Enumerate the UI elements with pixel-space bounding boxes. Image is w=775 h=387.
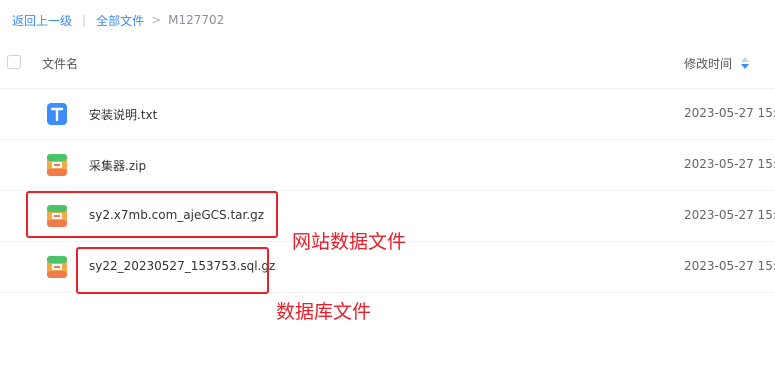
- column-header-modified-time[interactable]: 修改时间: [684, 55, 732, 72]
- back-up-level-link[interactable]: 返回上一级: [12, 12, 72, 29]
- breadcrumb-current-folder: M127702: [168, 13, 225, 27]
- archive-file-icon: [47, 154, 67, 176]
- sort-icon[interactable]: [741, 57, 749, 69]
- file-name[interactable]: 采集器.zip: [89, 157, 146, 174]
- file-name[interactable]: 安装说明.txt: [89, 106, 157, 123]
- highlight-box-db-file: [76, 247, 269, 294]
- breadcrumb-divider: |: [82, 13, 87, 27]
- annotation-site-data-files: 网站数据文件: [292, 231, 407, 253]
- file-row[interactable]: 安装说明.txt 2023-05-27 15:: [0, 89, 775, 140]
- file-modified-time: 2023-05-27 15:: [684, 259, 775, 273]
- file-modified-time: 2023-05-27 15:: [684, 208, 775, 222]
- select-all-checkbox[interactable]: [7, 55, 21, 69]
- table-header: 文件名 修改时间: [0, 38, 775, 89]
- all-files-link[interactable]: 全部文件: [96, 12, 144, 29]
- file-modified-time: 2023-05-27 15:: [684, 106, 775, 120]
- archive-file-icon: [47, 256, 67, 278]
- file-row[interactable]: 采集器.zip 2023-05-27 15:: [0, 140, 775, 191]
- highlight-box-site-file: [26, 191, 278, 238]
- text-file-icon: [47, 103, 67, 125]
- breadcrumb-arrow: >: [151, 13, 162, 27]
- column-header-filename[interactable]: 文件名: [42, 55, 78, 72]
- file-modified-time: 2023-05-27 15:: [684, 157, 775, 171]
- annotation-database-files: 数据库文件: [276, 301, 372, 323]
- breadcrumb: 返回上一级 | 全部文件 > M127702: [12, 11, 224, 29]
